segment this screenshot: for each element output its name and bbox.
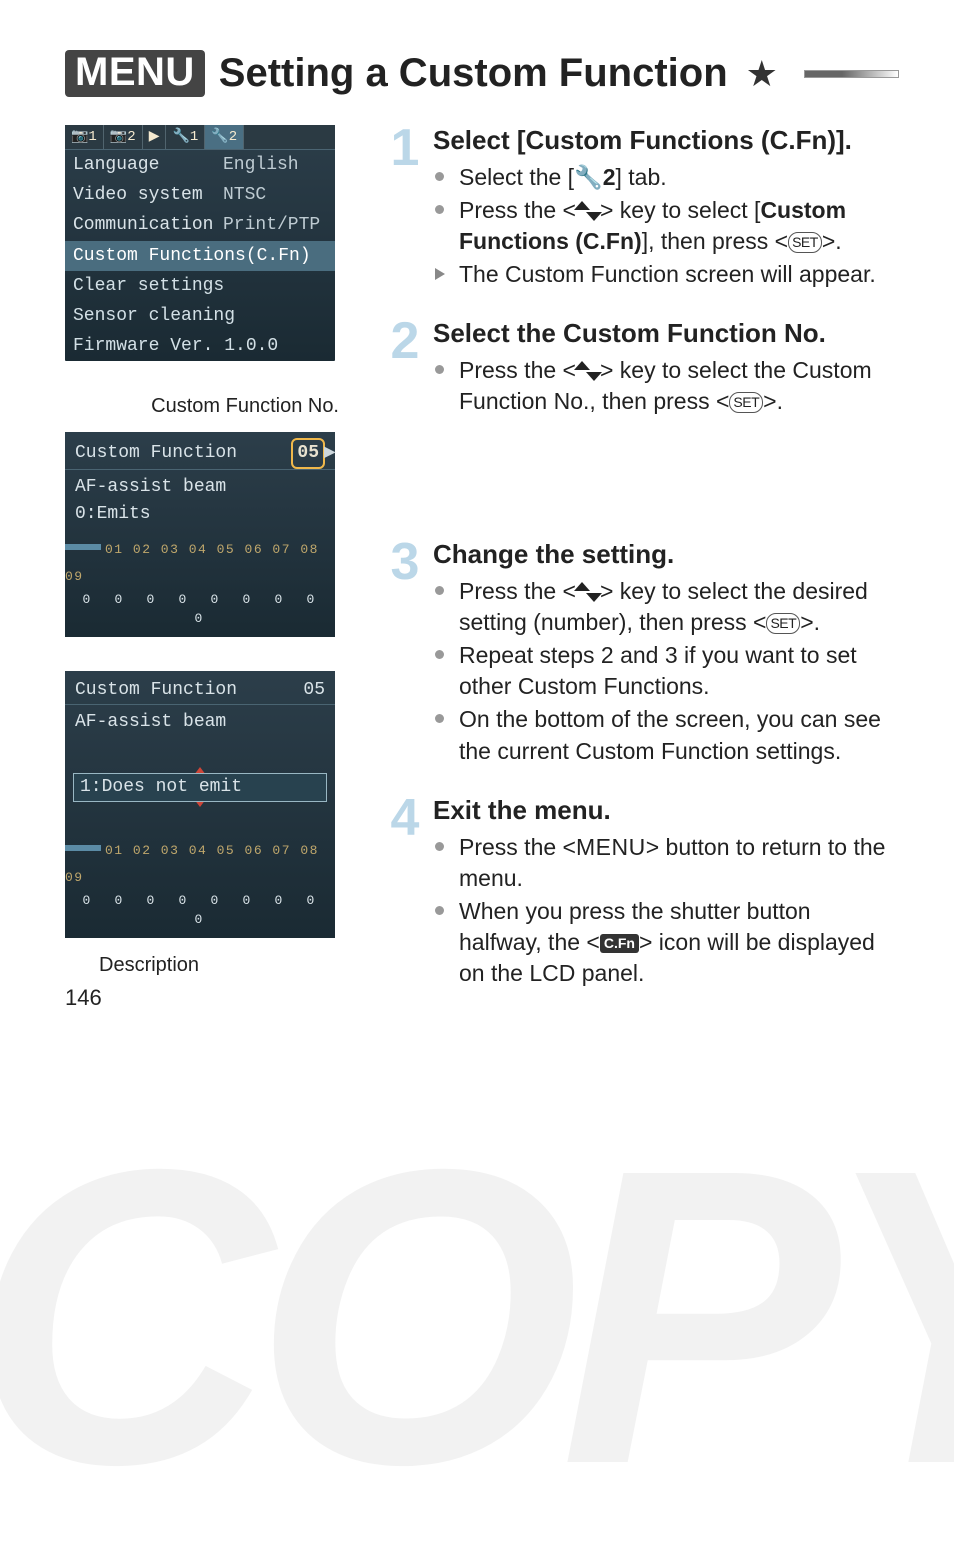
menu-row-firmware: Firmware Ver. 1.0.0 <box>65 331 335 361</box>
label-description: Description <box>65 954 355 977</box>
cf-name: AF-assist beam <box>75 474 325 501</box>
cf-number-highlight: 05 ▶ <box>291 438 325 469</box>
cf-number: 05 <box>303 677 325 704</box>
step-bullet: Repeat steps 2 and 3 if you want to set … <box>453 640 899 702</box>
step-bullet: Press the <> key to select the desired s… <box>453 576 899 638</box>
menu-row-clear: Clear settings <box>65 271 335 301</box>
cf-index-row: 01 02 03 04 05 06 07 08 09 <box>65 540 319 584</box>
step-4: 4 Exit the menu. Press the <MENU> button… <box>385 795 899 991</box>
step-title: Change the setting. <box>433 539 899 570</box>
step-1: 1 Select [Custom Functions (C.Fn)]. Sele… <box>385 125 899 292</box>
menu-icon: MENU <box>576 834 646 860</box>
cf-header: Custom Function <box>75 440 237 467</box>
cf-index-row: 01 02 03 04 05 06 07 08 09 <box>65 841 319 885</box>
cf-name: AF-assist beam <box>75 709 325 736</box>
star-icon: ★ <box>746 53 778 95</box>
tools2-icon: 🔧2 <box>574 162 615 193</box>
menu-row-comm: CommunicationPrint/PTP <box>65 210 335 240</box>
menu-row-sensor: Sensor cleaning <box>65 301 335 331</box>
menu-tab-camera2: 📷2 <box>104 125 143 149</box>
cf-value-row: 0 0 0 0 0 0 0 0 0 <box>65 590 335 629</box>
step-title: Select the Custom Function No. <box>433 318 899 349</box>
step-bullet: On the bottom of the screen, you can see… <box>453 704 899 766</box>
camera-menu-screenshot: 📷1 📷2 ▶ 🔧1 🔧2 LanguageEnglish Video syst… <box>65 125 335 361</box>
cf-value: 0:Emits <box>75 501 325 528</box>
cf-value-row: 0 0 0 0 0 0 0 0 0 <box>65 891 335 930</box>
custom-function-edit-screenshot: Custom Function 05 AF-assist beam 1:Does… <box>65 671 335 938</box>
updown-icon <box>576 362 600 380</box>
step-result: The Custom Function screen will appear. <box>453 259 899 290</box>
menu-tab-play: ▶ <box>143 125 167 149</box>
step-bullet: Press the <> key to select [Custom Funct… <box>453 195 899 257</box>
set-icon: SET <box>788 232 822 253</box>
step-title: Exit the menu. <box>433 795 899 826</box>
step-number: 4 <box>385 795 425 991</box>
set-icon: SET <box>766 613 800 634</box>
arrow-down-icon <box>194 799 206 827</box>
menu-row-language: LanguageEnglish <box>65 150 335 180</box>
step-number: 2 <box>385 318 425 419</box>
step-3: 3 Change the setting. Press the <> key t… <box>385 539 899 768</box>
cf-selected-option: 1:Does not emit <box>73 773 327 802</box>
step-number: 1 <box>385 125 425 292</box>
step-2: 2 Select the Custom Function No. Press t… <box>385 318 899 419</box>
step-bullet: Press the <> key to select the Custom Fu… <box>453 355 899 417</box>
cfn-icon: C.Fn <box>600 934 639 953</box>
updown-icon <box>576 202 600 220</box>
copy-watermark: COPY <box>0 1171 954 1465</box>
custom-function-select-screenshot: Custom Function 05 ▶ AF-assist beam 0:Em… <box>65 432 335 637</box>
page-number: 146 <box>65 985 102 1011</box>
menu-badge: MENU <box>65 50 205 97</box>
menu-row-custom-functions: Custom Functions(C.Fn) <box>65 241 335 271</box>
step-bullet: When you press the shutter button halfwa… <box>453 896 899 989</box>
menu-tab-tools1: 🔧1 <box>166 125 205 149</box>
label-custom-function-no: Custom Function No. <box>65 395 355 418</box>
step-bullet: Press the <MENU> button to return to the… <box>453 832 899 894</box>
set-icon: SET <box>729 392 763 413</box>
updown-icon <box>576 583 600 601</box>
menu-tab-tools2: 🔧2 <box>205 125 244 149</box>
page-title: Setting a Custom Function <box>219 51 728 96</box>
arrow-up-icon <box>194 747 206 775</box>
step-title: Select [Custom Functions (C.Fn)]. <box>433 125 899 156</box>
menu-tab-camera1: 📷1 <box>65 125 104 149</box>
step-number: 3 <box>385 539 425 768</box>
menu-row-video: Video systemNTSC <box>65 180 335 210</box>
cf-header: Custom Function <box>75 677 237 704</box>
title-rule <box>804 70 899 78</box>
page-title-row: MENU Setting a Custom Function ★ <box>65 50 899 97</box>
step-bullet: Select the [🔧2] tab. <box>453 162 899 193</box>
